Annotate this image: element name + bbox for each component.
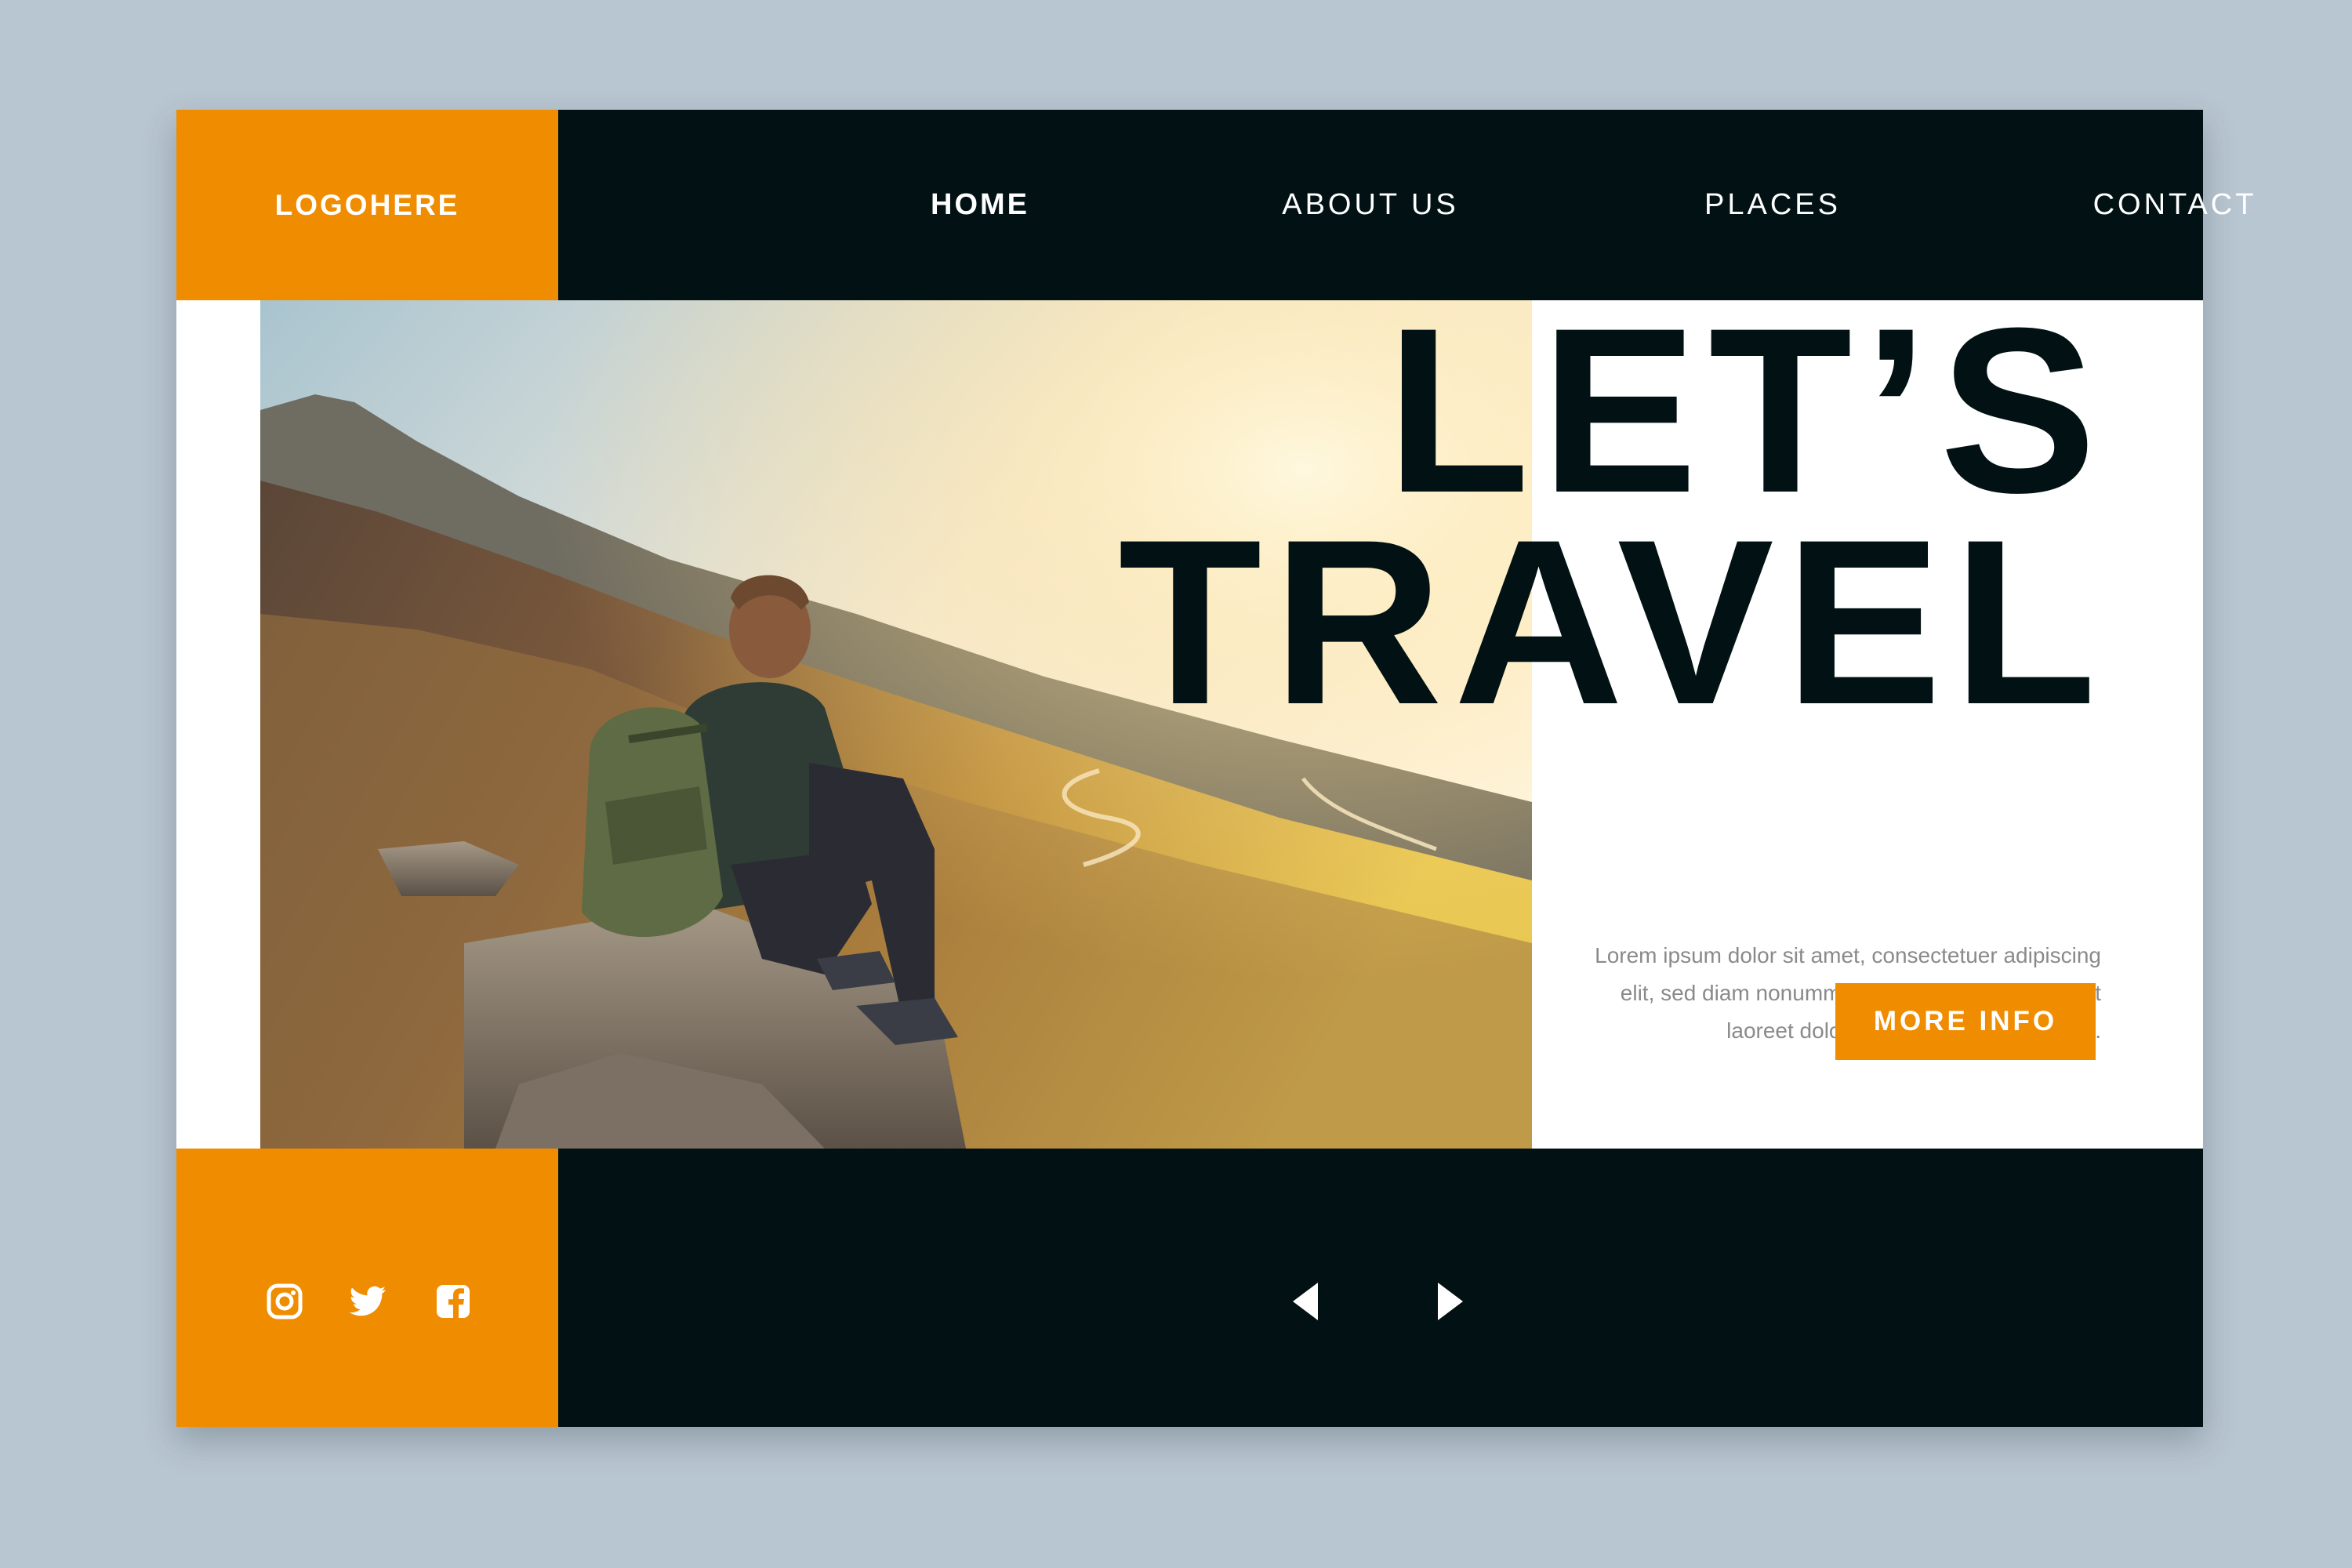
nav-item-contact[interactable]: CONTACT	[2093, 110, 2257, 300]
headline-line-2: TRAVEL	[1118, 490, 2107, 753]
nav-item-about-us[interactable]: ABOUT US	[1282, 110, 1459, 300]
facebook-icon[interactable]	[434, 1282, 473, 1321]
nav-item-home[interactable]: HOME	[931, 110, 1029, 300]
twitter-icon[interactable]	[349, 1282, 388, 1321]
top-navigation: HOME ABOUT US PLACES CONTACT	[558, 110, 2253, 300]
previous-arrow-icon[interactable]	[1282, 1270, 1329, 1333]
logo-text: LOGOHERE	[274, 188, 460, 221]
carousel-bar	[558, 1149, 2203, 1427]
description-line-1: Lorem ipsum dolor sit amet, consectetuer…	[1595, 943, 2101, 967]
hero-headline: LET’S TRAVEL	[1118, 278, 2107, 753]
next-arrow-icon[interactable]	[1427, 1270, 1474, 1333]
nav-item-places[interactable]: PLACES	[1704, 110, 1841, 300]
more-info-button[interactable]: MORE INFO	[1835, 983, 2096, 1060]
instagram-icon[interactable]	[265, 1282, 304, 1321]
landing-page-card: LOGOHERE HOME ABOUT US PLACES CONTACT LE…	[176, 110, 2253, 1427]
headline-line-1: LET’S	[1385, 278, 2107, 542]
logo-block[interactable]: LOGOHERE	[176, 110, 558, 300]
